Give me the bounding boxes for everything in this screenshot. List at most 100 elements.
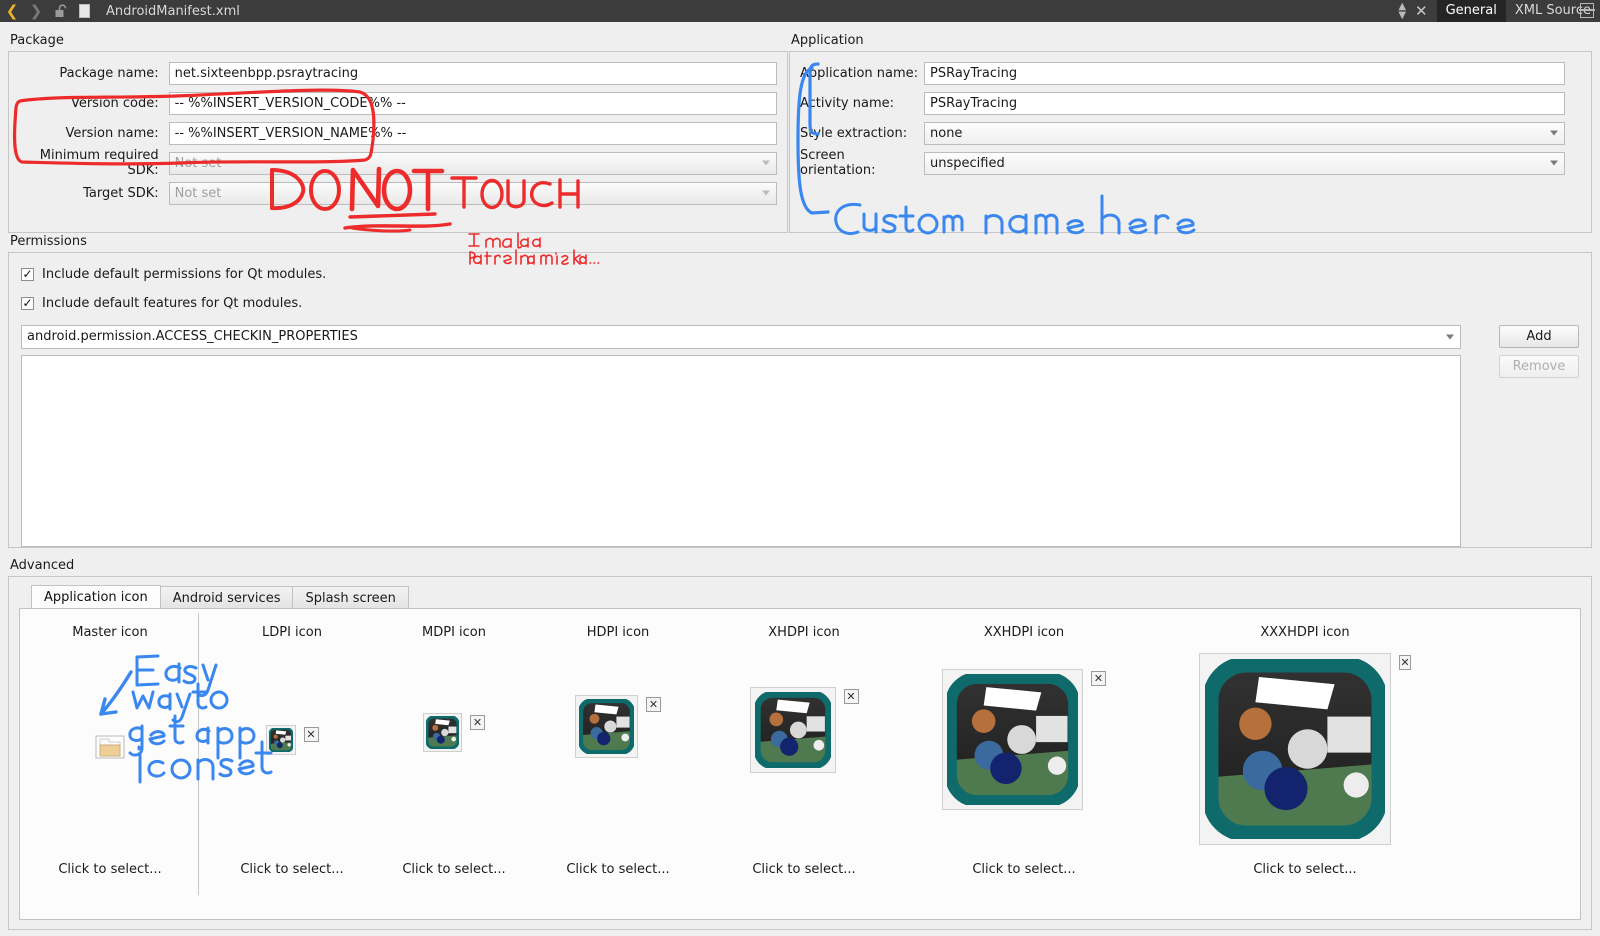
version-name-input[interactable]: -- %%INSERT_VERSION_NAME%% -- (168, 121, 777, 145)
screen-orientation-combo[interactable]: unspecified (924, 151, 1565, 175)
icon-preview[interactable] (749, 687, 836, 773)
icon-preview[interactable] (265, 725, 296, 755)
chevron-right-icon[interactable]: ❯ (24, 0, 48, 22)
application-name-input[interactable]: PSRayTracing (924, 61, 1565, 85)
permissions-list[interactable] (21, 355, 1461, 547)
package-name-input[interactable]: net.sixteenbpp.psraytracing (168, 61, 777, 85)
permissions-group: Permissions ✓ Include default permission… (8, 234, 1592, 548)
icon-preview[interactable] (575, 695, 638, 758)
application-group-box: Application name: PSRayTracing Activity … (789, 51, 1592, 233)
app-icon-image (947, 674, 1078, 805)
target-sdk-label: Target SDK: (83, 185, 159, 201)
field-row-style-extraction: Style extraction: none (800, 118, 1581, 148)
package-group: Package Package name: net.sixteenbpp.psr… (8, 33, 788, 233)
minimum-required-sdk-label: Minimum required SDK: (39, 148, 159, 178)
chevron-down-icon (762, 190, 770, 196)
icon-click-to-select[interactable]: Click to select... (940, 862, 1108, 877)
file-icon[interactable] (72, 0, 96, 22)
minimum-required-sdk-combo[interactable]: Not set (168, 151, 777, 175)
icon-click-to-select[interactable]: Click to select... (534, 862, 702, 877)
checkbox-box: ✓ (21, 296, 34, 310)
application-name-label: Application name: (800, 65, 919, 81)
clear-x-icon[interactable]: ✕ (1091, 671, 1106, 686)
style-extraction-combo[interactable]: none (924, 121, 1565, 145)
field-row-minimum-sdk: Minimum required SDK: Not set (19, 148, 777, 178)
icon-cell-ldpi: LDPI icon ✕ Click to select... (208, 625, 376, 905)
icon-cell-xxhdpi: XXHDPI icon ✕ Click to select... (940, 625, 1108, 905)
icon-caption: MDPI icon (422, 625, 486, 640)
target-sdk-combo[interactable]: Not set (168, 181, 777, 205)
style-extraction-label: Style extraction: (800, 125, 908, 141)
tab-splash-screen[interactable]: Splash screen (292, 586, 409, 609)
clear-x-icon[interactable]: ✕ (1399, 655, 1411, 670)
chevron-left-icon[interactable]: ❮ (0, 0, 24, 22)
advanced-group-box: Application icon Android services Splash… (8, 576, 1592, 930)
advanced-group: Advanced Application icon Android servic… (8, 558, 1592, 930)
permission-combo[interactable]: android.permission.ACCESS_CHECKIN_PROPER… (21, 325, 1461, 349)
chevron-down-icon (1550, 160, 1558, 166)
editor-toolbar: ❮ ❯ AndroidManifest.xml ▲ ▼ ✕ General XML… (0, 0, 1600, 22)
icon-cell-xhdpi: XHDPI icon ✕ Click to select... (720, 625, 888, 905)
minimum-required-sdk-value: Not set (174, 155, 222, 171)
advanced-group-title: Advanced (10, 558, 75, 573)
activity-name-label: Activity name: (800, 95, 894, 111)
app-icon-image (268, 728, 293, 752)
close-icon[interactable]: ✕ (1408, 2, 1437, 20)
icon-cell-xxxhdpi: XXXHDPI icon ✕ Click to select... (1199, 625, 1411, 905)
icon-caption: XXHDPI icon (983, 625, 1065, 640)
icon-caption: XXXHDPI icon (1260, 625, 1350, 640)
application-group: Application Application name: PSRayTraci… (789, 33, 1592, 233)
icon-preview[interactable] (942, 669, 1083, 810)
icon-click-to-select[interactable]: Click to select... (720, 862, 888, 877)
field-row-application-name: Application name: PSRayTracing (800, 58, 1581, 88)
icon-click-to-select[interactable]: Click to select... (370, 862, 538, 877)
screen-orientation-value: unspecified (930, 155, 1005, 171)
icon-caption: XHDPI icon (768, 625, 840, 640)
clear-x-icon[interactable]: ✕ (303, 727, 319, 742)
icon-click-to-select[interactable]: Click to select... (1210, 862, 1400, 877)
clear-x-icon[interactable]: ✕ (843, 689, 859, 704)
unlocked-padlock-icon[interactable] (48, 0, 72, 22)
activity-name-input[interactable]: PSRayTracing (924, 91, 1565, 115)
version-code-input[interactable]: -- %%INSERT_VERSION_CODE%% -- (168, 91, 777, 115)
tab-application-icon[interactable]: Application icon (31, 585, 161, 609)
icon-preview[interactable] (1199, 653, 1392, 845)
field-row-package-name: Package name: net.sixteenbpp.psraytracin… (19, 58, 777, 88)
checkbox-default-features[interactable]: ✓ Include default features for Qt module… (21, 292, 1579, 314)
master-icon-divider (198, 613, 199, 895)
icon-cell-mdpi: MDPI icon ✕ Click to select... (370, 625, 538, 905)
icon-caption: LDPI icon (261, 625, 322, 640)
field-row-target-sdk: Target SDK: Not set (19, 178, 777, 208)
split-view-icon[interactable] (1579, 3, 1595, 18)
icon-click-to-select[interactable]: Click to select... (26, 862, 194, 877)
app-icon-image (426, 716, 459, 749)
advanced-tabstrip: Application icon Android services Splash… (31, 585, 1581, 609)
version-name-label: Version name: (65, 125, 159, 141)
style-extraction-value: none (930, 125, 963, 141)
clear-x-icon[interactable]: ✕ (646, 697, 661, 712)
permissions-group-title: Permissions (10, 234, 87, 249)
icon-click-to-select[interactable]: Click to select... (208, 862, 376, 877)
folder-icon-glyph (95, 735, 125, 759)
app-icon-image (754, 692, 831, 768)
field-row-activity-name: Activity name: PSRayTracing (800, 88, 1581, 118)
unlocked-padlock-icon (55, 4, 66, 17)
field-row-version-code: Version code: -- %%INSERT_VERSION_CODE%%… (19, 88, 777, 118)
icon-caption: HDPI icon (586, 625, 650, 640)
up-down-stepper-icon[interactable]: ▲ ▼ (1398, 2, 1408, 21)
folder-icon[interactable] (95, 733, 125, 763)
remove-permission-button: Remove (1499, 355, 1579, 378)
checkbox-default-permissions-label: Include default permissions for Qt modul… (42, 266, 327, 282)
clear-x-icon[interactable]: ✕ (470, 715, 485, 730)
package-name-label: Package name: (59, 65, 159, 81)
permission-combo-value: android.permission.ACCESS_CHECKIN_PROPER… (27, 329, 358, 344)
package-group-box: Package name: net.sixteenbpp.psraytracin… (8, 51, 788, 233)
icon-preview[interactable] (423, 713, 462, 752)
icon-caption: Master icon (72, 625, 148, 640)
tab-general[interactable]: General (1436, 0, 1506, 22)
field-row-screen-orientation: Screen orientation: unspecified (800, 148, 1581, 178)
tab-android-services[interactable]: Android services (159, 586, 294, 609)
checkbox-box: ✓ (21, 267, 34, 281)
checkbox-default-permissions[interactable]: ✓ Include default permissions for Qt mod… (21, 263, 1579, 285)
add-permission-button[interactable]: Add (1499, 325, 1579, 348)
